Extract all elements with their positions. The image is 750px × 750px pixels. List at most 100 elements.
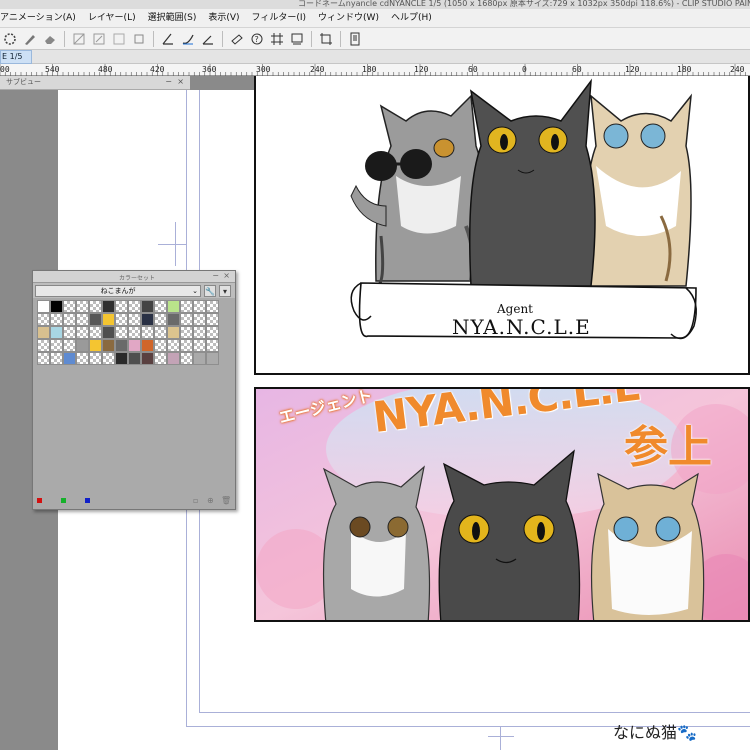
color-swatch[interactable]: [89, 352, 102, 365]
color-swatch[interactable]: [167, 352, 180, 365]
color-swatch[interactable]: [115, 300, 128, 313]
color-swatch[interactable]: [76, 326, 89, 339]
fill-icon[interactable]: [91, 31, 107, 47]
color-swatch[interactable]: [141, 326, 154, 339]
subview-panel-header[interactable]: サブビュー − ×: [0, 76, 190, 90]
color-swatch[interactable]: [102, 300, 115, 313]
color-swatch[interactable]: [50, 339, 63, 352]
pencil-icon[interactable]: [200, 31, 216, 47]
color-swatch[interactable]: [37, 352, 50, 365]
menu-filter[interactable]: フィルター(I): [246, 9, 313, 28]
color-swatch[interactable]: [206, 326, 219, 339]
color-swatch[interactable]: [50, 313, 63, 326]
grid-icon[interactable]: [269, 31, 285, 47]
frame-icon[interactable]: [131, 31, 147, 47]
color-swatch[interactable]: [37, 339, 50, 352]
settings-icon[interactable]: [2, 31, 18, 47]
color-swatch[interactable]: [50, 326, 63, 339]
color-swatch[interactable]: [154, 352, 167, 365]
menu-help[interactable]: ヘルプ(H): [385, 9, 438, 28]
crop-icon[interactable]: [318, 31, 334, 47]
color-swatch[interactable]: [76, 300, 89, 313]
color-swatch[interactable]: [115, 352, 128, 365]
color-swatch[interactable]: [63, 352, 76, 365]
color-swatch[interactable]: [193, 313, 206, 326]
color-swatch[interactable]: [115, 339, 128, 352]
color-swatch[interactable]: [180, 352, 193, 365]
menu-icon[interactable]: ▾: [219, 284, 231, 297]
color-swatch[interactable]: [89, 300, 102, 313]
color-swatch[interactable]: [167, 300, 180, 313]
color-set-close-button[interactable]: ×: [223, 271, 230, 280]
color-swatch[interactable]: [180, 313, 193, 326]
menu-selection[interactable]: 選択範囲(S): [142, 9, 203, 28]
manga-panel-top[interactable]: Agent NYA.N.C.L.E: [254, 76, 750, 375]
color-swatch[interactable]: [102, 326, 115, 339]
color-swatch[interactable]: [154, 300, 167, 313]
wrench-icon[interactable]: 🔧: [204, 284, 216, 297]
brush-stroke-icon[interactable]: [180, 31, 196, 47]
color-swatch[interactable]: [128, 339, 141, 352]
menu-window[interactable]: ウィンドウ(W): [312, 9, 385, 28]
color-swatch[interactable]: [141, 313, 154, 326]
page-icon[interactable]: [347, 31, 363, 47]
color-swatch[interactable]: [141, 339, 154, 352]
color-set-panel[interactable]: カラーセット − × ねこまんが ⌄ 🔧 ▾ ▫ ⊕ 🗑: [32, 270, 236, 510]
color-swatch[interactable]: [76, 352, 89, 365]
subview-close-button[interactable]: ×: [177, 76, 184, 88]
pen-icon[interactable]: [160, 31, 176, 47]
color-swatch[interactable]: [154, 313, 167, 326]
color-swatch[interactable]: [206, 300, 219, 313]
snap-icon[interactable]: ?: [249, 31, 265, 47]
clear-icon[interactable]: [71, 31, 87, 47]
image-icon[interactable]: [289, 31, 305, 47]
menu-animation[interactable]: アニメーション(A): [0, 9, 82, 28]
color-swatch[interactable]: [102, 339, 115, 352]
new-color-icon[interactable]: ▫: [193, 496, 198, 505]
color-swatch[interactable]: [50, 352, 63, 365]
color-swatch[interactable]: [193, 300, 206, 313]
color-swatch[interactable]: [128, 300, 141, 313]
document-tab[interactable]: E 1/5: [0, 50, 32, 64]
color-swatch[interactable]: [154, 339, 167, 352]
color-swatch[interactable]: [37, 300, 50, 313]
subview-minimize-button[interactable]: −: [165, 76, 172, 88]
color-swatch[interactable]: [89, 339, 102, 352]
color-swatch[interactable]: [206, 313, 219, 326]
color-swatch[interactable]: [37, 313, 50, 326]
color-swatch[interactable]: [167, 313, 180, 326]
color-swatch[interactable]: [128, 352, 141, 365]
color-swatch[interactable]: [141, 352, 154, 365]
menu-view[interactable]: 表示(V): [202, 9, 245, 28]
color-swatch[interactable]: [37, 326, 50, 339]
color-swatch[interactable]: [180, 326, 193, 339]
select-icon[interactable]: [111, 31, 127, 47]
color-swatch[interactable]: [141, 300, 154, 313]
brush-icon[interactable]: [22, 31, 38, 47]
color-swatch[interactable]: [89, 326, 102, 339]
trash-icon[interactable]: 🗑: [221, 496, 231, 505]
color-swatch[interactable]: [180, 300, 193, 313]
color-set-titlebar[interactable]: カラーセット − ×: [33, 271, 235, 283]
color-swatch[interactable]: [115, 326, 128, 339]
add-color-icon[interactable]: ⊕: [207, 496, 214, 505]
manga-panel-bottom[interactable]: エージェント NYA.N.C.L.E 参上: [254, 387, 750, 622]
color-swatch[interactable]: [76, 339, 89, 352]
color-swatch[interactable]: [63, 326, 76, 339]
color-swatch[interactable]: [193, 352, 206, 365]
color-swatch[interactable]: [63, 300, 76, 313]
color-set-minimize-button[interactable]: −: [212, 271, 219, 280]
color-swatch[interactable]: [128, 313, 141, 326]
color-swatch[interactable]: [115, 313, 128, 326]
color-swatch[interactable]: [206, 352, 219, 365]
color-swatch[interactable]: [167, 326, 180, 339]
color-swatch[interactable]: [193, 326, 206, 339]
menu-layer[interactable]: レイヤー(L): [82, 9, 142, 28]
color-swatch[interactable]: [193, 339, 206, 352]
color-swatch[interactable]: [102, 352, 115, 365]
color-swatch[interactable]: [180, 339, 193, 352]
color-swatch[interactable]: [63, 313, 76, 326]
color-swatch[interactable]: [167, 339, 180, 352]
color-swatch[interactable]: [76, 313, 89, 326]
color-swatch[interactable]: [154, 326, 167, 339]
